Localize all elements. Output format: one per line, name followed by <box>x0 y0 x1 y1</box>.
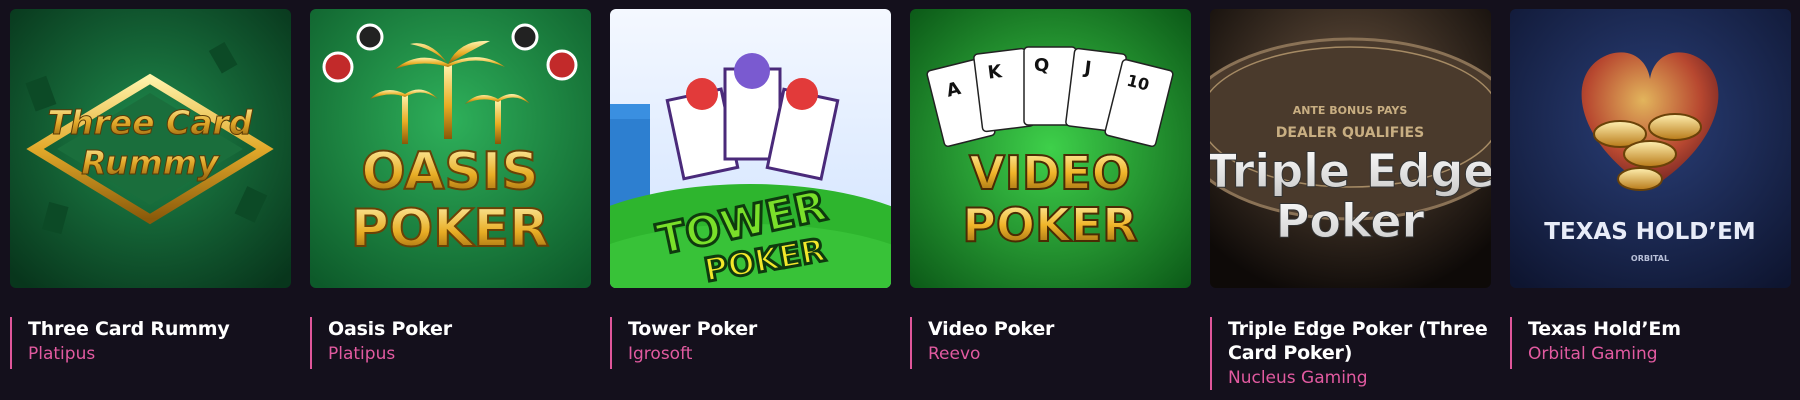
game-title[interactable]: Tower Poker <box>628 317 891 341</box>
svg-text:VIDEO: VIDEO <box>969 146 1130 200</box>
game-provider[interactable]: Igrosoft <box>628 342 891 366</box>
game-grid: Three Card Rummy Three Card Rummy Platip… <box>0 0 1800 400</box>
game-card-texas-holdem[interactable]: TEXAS HOLD’EM ORBITAL Texas Hold’Em Orbi… <box>1510 9 1791 369</box>
game-provider[interactable]: Reevo <box>928 342 1191 366</box>
three-card-rummy-art: Three Card Rummy <box>10 9 291 288</box>
game-thumbnail[interactable]: OASIS POKER <box>310 9 591 288</box>
game-info: Oasis Poker Platipus <box>310 317 591 369</box>
game-title[interactable]: Triple Edge Poker (Three Card Poker) <box>1228 317 1491 365</box>
game-title[interactable]: Texas Hold’Em <box>1528 317 1791 341</box>
game-provider[interactable]: Platipus <box>28 342 291 366</box>
svg-text:POKER: POKER <box>351 199 549 259</box>
svg-text:Poker: Poker <box>1276 194 1425 248</box>
game-thumbnail[interactable]: Three Card Rummy <box>10 9 291 288</box>
game-info: Texas Hold’Em Orbital Gaming <box>1510 317 1791 369</box>
game-thumbnail[interactable]: TOWER POKER <box>610 9 891 288</box>
game-info: Tower Poker Igrosoft <box>610 317 891 369</box>
game-card-oasis-poker[interactable]: OASIS POKER Oasis Poker Platipus <box>310 9 591 369</box>
svg-text:Triple Edge: Triple Edge <box>1210 144 1491 198</box>
game-title[interactable]: Video Poker <box>928 317 1191 341</box>
triple-edge-poker-art: ANTE BONUS PAYS DEALER QUALIFIES Triple … <box>1210 9 1491 288</box>
game-info: Three Card Rummy Platipus <box>10 317 291 369</box>
svg-text:ORBITAL: ORBITAL <box>1631 254 1669 263</box>
game-thumbnail[interactable]: ANTE BONUS PAYS DEALER QUALIFIES Triple … <box>1210 9 1491 288</box>
game-provider[interactable]: Orbital Gaming <box>1528 342 1791 366</box>
svg-text:Rummy: Rummy <box>81 143 220 182</box>
game-provider[interactable]: Nucleus Gaming <box>1228 366 1491 390</box>
game-title[interactable]: Three Card Rummy <box>28 317 291 341</box>
game-card-video-poker[interactable]: A K Q J 10 VIDEO POKER Video Poker Reevo <box>910 9 1191 369</box>
game-info: Video Poker Reevo <box>910 317 1191 369</box>
game-info: Triple Edge Poker (Three Card Poker) Nuc… <box>1210 317 1491 390</box>
svg-text:ANTE BONUS PAYS: ANTE BONUS PAYS <box>1293 104 1408 117</box>
texas-holdem-art: TEXAS HOLD’EM ORBITAL <box>1510 9 1791 288</box>
game-provider[interactable]: Platipus <box>328 342 591 366</box>
game-title[interactable]: Oasis Poker <box>328 317 591 341</box>
svg-text:POKER: POKER <box>962 198 1137 252</box>
video-poker-art: A K Q J 10 VIDEO POKER <box>910 9 1191 288</box>
tower-poker-art: TOWER POKER <box>610 9 891 288</box>
game-card-triple-edge-poker[interactable]: ANTE BONUS PAYS DEALER QUALIFIES Triple … <box>1210 9 1491 390</box>
game-thumbnail[interactable]: A K Q J 10 VIDEO POKER <box>910 9 1191 288</box>
game-card-three-card-rummy[interactable]: Three Card Rummy Three Card Rummy Platip… <box>10 9 291 369</box>
game-card-tower-poker[interactable]: TOWER POKER Tower Poker Igrosoft <box>610 9 891 369</box>
svg-text:OASIS: OASIS <box>361 142 538 202</box>
oasis-poker-art: OASIS POKER <box>310 9 591 288</box>
svg-text:DEALER QUALIFIES: DEALER QUALIFIES <box>1276 125 1424 141</box>
game-thumbnail[interactable]: TEXAS HOLD’EM ORBITAL <box>1510 9 1791 288</box>
svg-text:Three Card: Three Card <box>48 103 253 142</box>
svg-text:TEXAS HOLD’EM: TEXAS HOLD’EM <box>1544 219 1755 245</box>
svg-text:Q: Q <box>1034 55 1049 76</box>
